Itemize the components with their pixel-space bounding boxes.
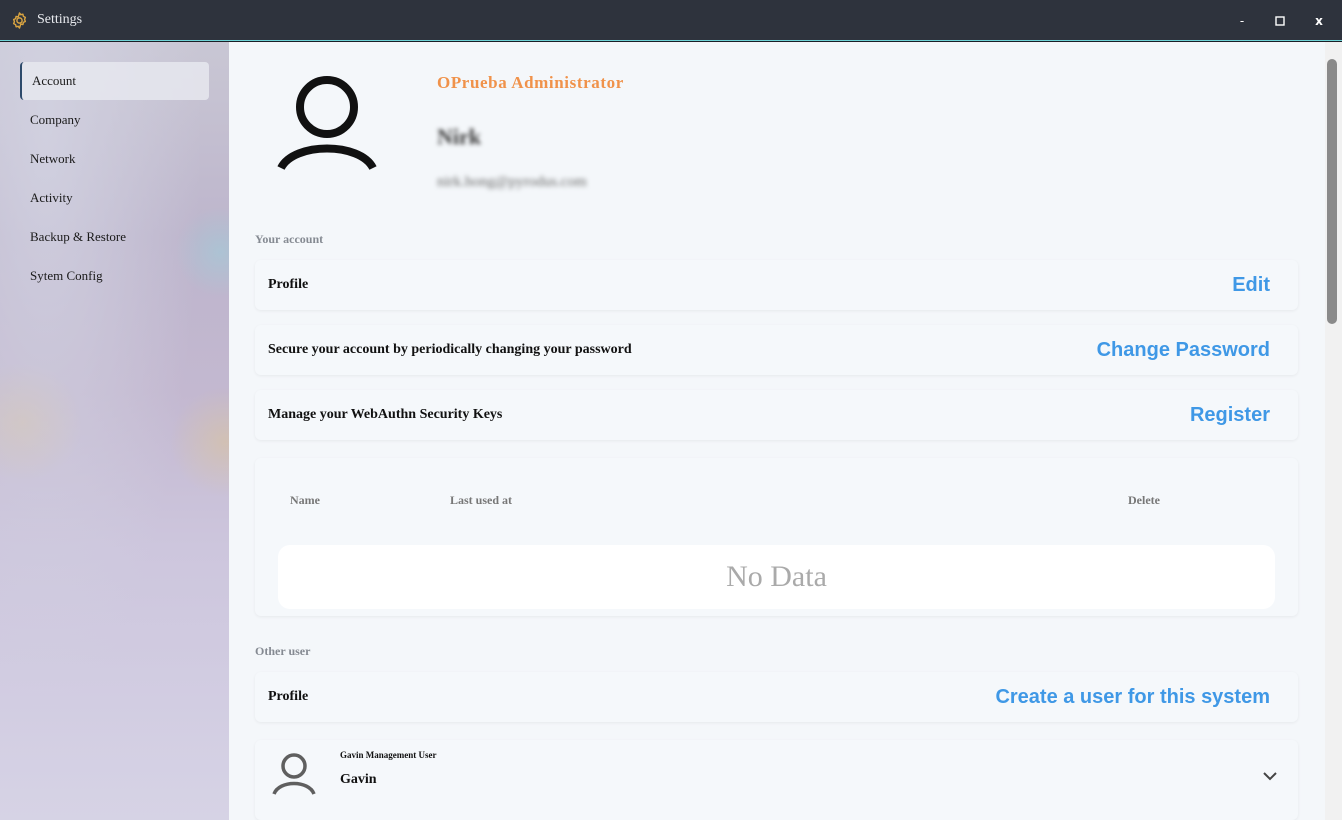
settings-window: Settings - x Account Company Network Act… [0,0,1342,820]
maximize-button[interactable] [1260,0,1300,41]
sidebar-item-label: Activity [30,190,73,205]
other-profile-label: Profile [268,689,309,704]
vertical-scrollbar[interactable] [1325,42,1342,820]
edit-profile-link[interactable]: Edit [1232,274,1270,297]
minimize-button[interactable]: - [1222,0,1262,41]
profile-row: Profile Edit [255,260,1298,310]
sidebar-item-label: Account [32,73,77,88]
column-header-name: Name [290,493,320,507]
user-list-item[interactable]: Gavin Management User Gavin [255,740,1298,820]
close-icon: x [1315,13,1323,28]
sidebar-item-label: Company [30,112,81,127]
sidebar-item-account[interactable]: Account [20,62,209,100]
user-role: OPrueba Administrator [437,73,624,92]
sidebar-item-system-config[interactable]: Sytem Config [20,257,209,295]
register-key-link[interactable]: Register [1190,404,1270,427]
password-label: Secure your account by periodically chan… [268,342,632,357]
close-button[interactable]: x [1299,0,1339,41]
user-avatar-icon [272,753,316,795]
sidebar-item-label: Network [30,151,76,166]
maximize-icon [1275,15,1285,26]
user-name-label: Gavin [340,772,377,787]
profile-label: Profile [268,277,309,292]
sidebar-item-label: Backup & Restore [30,229,127,244]
sidebar-item-label: Sytem Config [30,268,103,283]
create-user-link[interactable]: Create a user for this system [995,686,1270,709]
minimize-icon: - [1239,13,1245,28]
webauthn-row: Manage your WebAuthn Security Keys Regis… [255,390,1298,440]
your-account-heading: Your account [255,232,324,246]
user-role-label: Gavin Management User [340,750,437,760]
sidebar-item-backup-restore[interactable]: Backup & Restore [20,218,209,256]
other-user-profile-row: Profile Create a user for this system [255,672,1298,722]
change-password-link[interactable]: Change Password [1097,339,1270,362]
password-row: Secure your account by periodically chan… [255,325,1298,375]
user-email: nirk.hong@pyrodus.com [437,174,587,190]
user-avatar-icon [277,76,377,171]
sidebar-item-company[interactable]: Company [20,101,209,139]
user-name: Nirk [437,124,481,149]
title-bar: Settings - x [0,0,1342,41]
column-header-delete: Delete [1128,493,1160,507]
empty-state: No Data [278,545,1275,609]
sidebar-item-activity[interactable]: Activity [20,179,209,217]
main-content: OPrueba Administrator Nirk nirk.hong@pyr… [229,42,1325,820]
sidebar-item-network[interactable]: Network [20,140,209,178]
scrollbar-thumb[interactable] [1327,59,1337,324]
webauthn-label: Manage your WebAuthn Security Keys [268,407,503,422]
column-header-last-used: Last used at [450,493,513,507]
sidebar: Account Company Network Activity Backup … [0,42,229,820]
chevron-down-icon[interactable] [1262,770,1278,782]
gear-icon [12,12,27,29]
security-keys-table: Name Last used at Delete No Data [255,458,1298,616]
window-title: Settings [37,12,83,27]
other-user-heading: Other user [255,644,311,658]
